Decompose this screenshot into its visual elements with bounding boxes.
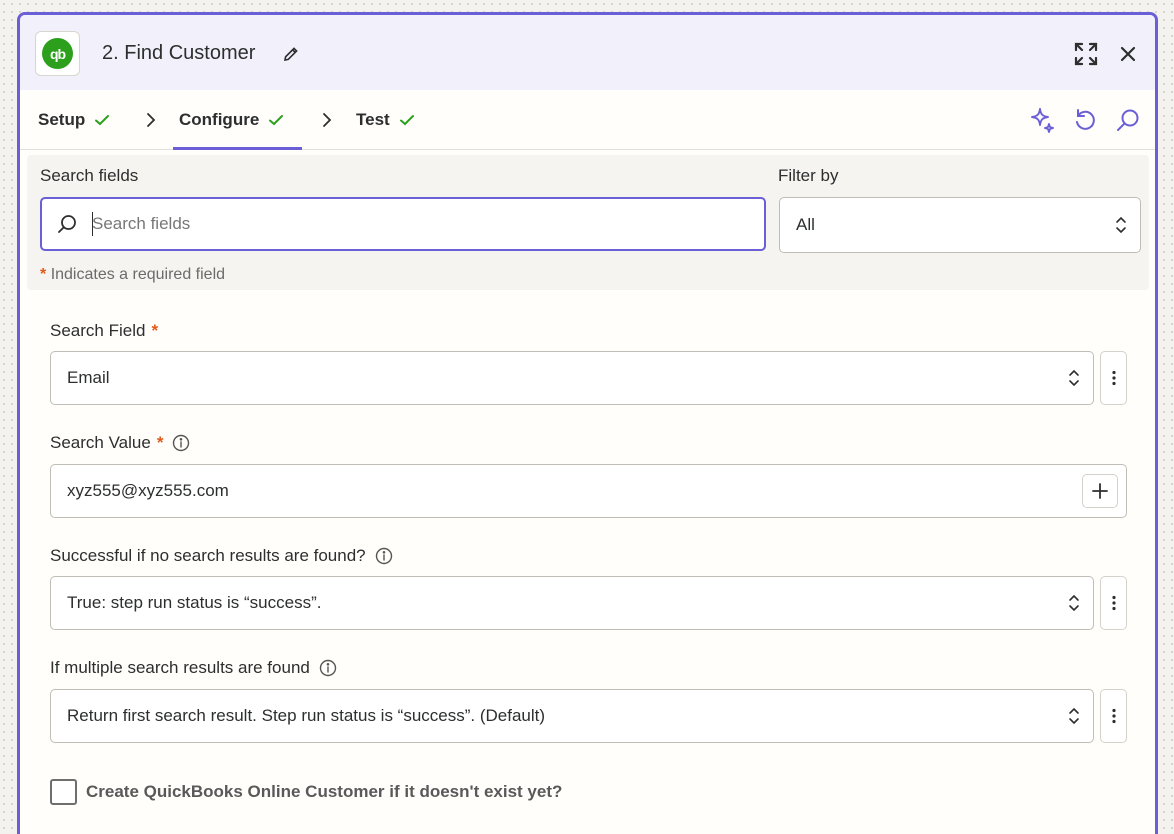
required-star: * xyxy=(151,321,159,340)
quickbooks-logo: qb xyxy=(35,31,80,76)
more-vertical-icon xyxy=(1111,708,1116,724)
quickbooks-logo-mark: qb xyxy=(42,38,73,69)
search-fields-label: Search fields xyxy=(40,166,139,185)
search-value-input[interactable]: xyz555@xyz555.com xyxy=(50,464,1127,518)
step-editor-panel: qb 2. Find Customer Setup Configure Test… xyxy=(17,12,1158,834)
tab-configure[interactable]: Configure xyxy=(179,90,284,150)
step-header: qb 2. Find Customer xyxy=(20,15,1155,90)
create-customer-label: Create QuickBooks Online Customer if it … xyxy=(86,782,563,801)
tab-configure-label: Configure xyxy=(179,110,260,129)
more-vertical-icon xyxy=(1111,595,1116,611)
tab-setup-label: Setup xyxy=(38,110,86,129)
info-icon[interactable] xyxy=(172,434,190,452)
search-fields-input-wrap[interactable] xyxy=(40,197,766,251)
search-icon xyxy=(58,215,76,233)
multiple-results-more-button[interactable] xyxy=(1100,689,1127,743)
more-vertical-icon xyxy=(1111,370,1116,386)
info-icon[interactable] xyxy=(319,659,337,677)
multiple-results-label: If multiple search results are found xyxy=(50,658,337,678)
tab-test-label: Test xyxy=(356,110,390,129)
search-icon[interactable] xyxy=(1115,107,1141,133)
chevron-up-down-icon xyxy=(1069,369,1079,387)
search-fields-input[interactable] xyxy=(92,209,752,239)
chevron-up-down-icon xyxy=(1116,216,1126,234)
pencil-icon[interactable] xyxy=(282,45,300,63)
required-note-text: Indicates a required field xyxy=(50,266,226,283)
chevron-right-icon xyxy=(147,113,156,127)
create-customer-checkbox[interactable] xyxy=(50,779,77,805)
tab-test[interactable]: Test xyxy=(356,90,415,150)
step-title: 2. Find Customer xyxy=(102,42,256,64)
success-if-none-more-button[interactable] xyxy=(1100,576,1127,630)
filter-by-value: All xyxy=(796,215,815,234)
success-if-none-value: True: step run status is “success”. xyxy=(67,593,322,612)
success-if-none-select[interactable]: True: step run status is “success”. xyxy=(50,576,1094,630)
required-star: * xyxy=(40,266,47,283)
multiple-results-value: Return first search result. Step run sta… xyxy=(67,706,546,725)
search-field-more-button[interactable] xyxy=(1100,351,1127,405)
info-icon[interactable] xyxy=(375,547,393,565)
success-if-none-label-text: Successful if no search results are foun… xyxy=(50,546,366,565)
close-icon[interactable] xyxy=(1119,45,1137,63)
search-field-label: Search Field * xyxy=(50,321,158,341)
search-field-label-text: Search Field xyxy=(50,321,146,340)
active-tab-indicator xyxy=(173,147,302,150)
plus-icon xyxy=(1092,483,1108,499)
text-cursor xyxy=(92,212,93,236)
step-tabs: Setup Configure Test xyxy=(20,90,1155,150)
chevron-up-down-icon xyxy=(1069,707,1079,725)
search-value-label: Search Value * xyxy=(50,433,190,453)
field-search-area: Search fields Filter by All * Indicates … xyxy=(27,155,1149,290)
multiple-results-label-text: If multiple search results are found xyxy=(50,658,310,677)
expand-icon[interactable] xyxy=(1073,41,1099,67)
search-field-value: Email xyxy=(67,368,110,387)
check-icon xyxy=(269,115,284,126)
check-icon xyxy=(95,115,110,126)
required-field-note: * Indicates a required field xyxy=(40,266,225,284)
filter-by-select[interactable]: All xyxy=(779,197,1141,253)
search-value-text: xyz555@xyz555.com xyxy=(67,481,229,500)
undo-icon[interactable] xyxy=(1072,107,1098,133)
search-field-select[interactable]: Email xyxy=(50,351,1094,405)
sparkle-icon[interactable] xyxy=(1029,107,1055,133)
insert-data-button[interactable] xyxy=(1082,474,1118,508)
tab-setup[interactable]: Setup xyxy=(38,90,110,150)
chevron-up-down-icon xyxy=(1069,594,1079,612)
multiple-results-select[interactable]: Return first search result. Step run sta… xyxy=(50,689,1094,743)
required-star: * xyxy=(156,433,164,452)
check-icon xyxy=(399,115,414,126)
search-value-label-text: Search Value xyxy=(50,433,151,452)
success-if-none-label: Successful if no search results are foun… xyxy=(50,546,393,566)
filter-by-label: Filter by xyxy=(778,166,839,185)
create-customer-option[interactable]: Create QuickBooks Online Customer if it … xyxy=(50,779,562,805)
chevron-right-icon xyxy=(323,113,332,127)
